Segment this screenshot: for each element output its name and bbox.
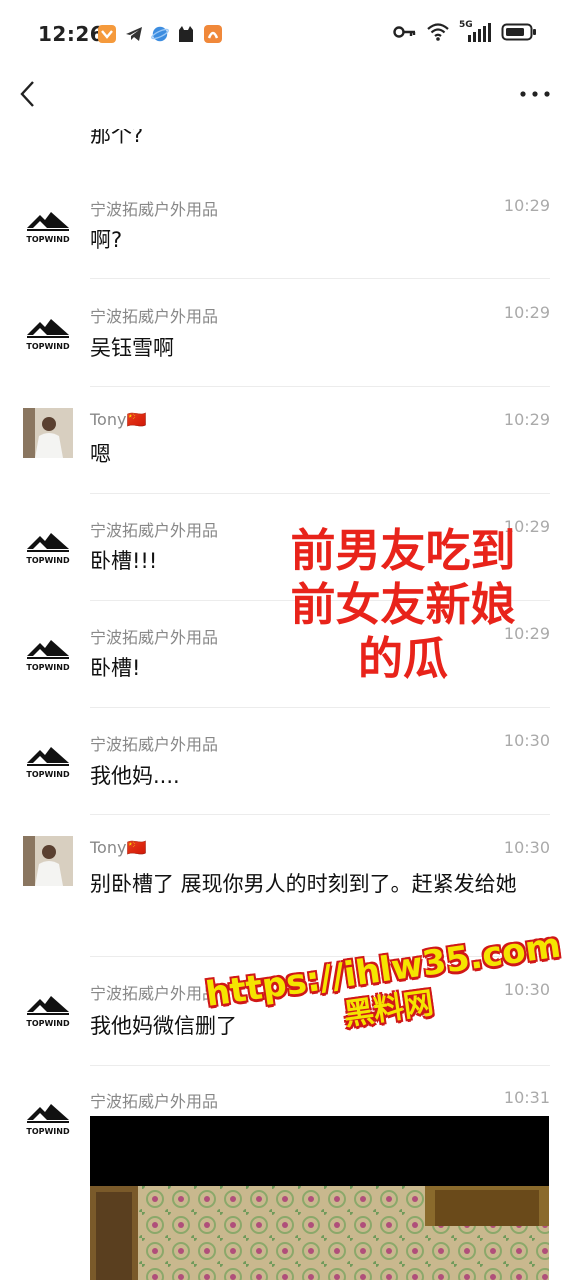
person-photo-icon [23,836,73,886]
message-time: 10:30 [503,838,550,857]
sender-name: Tony🇨🇳 [90,410,147,429]
divider [90,1065,550,1066]
avatar-topwind[interactable]: TOPWIND [23,984,73,1034]
wallpaper-pattern-image [90,1186,549,1280]
overlay-line-1: 前男友吃到 [290,524,516,577]
status-bar: 12:26 5G [0,0,573,66]
divider [90,278,550,279]
topwind-logo-text: TOPWIND [26,1019,70,1028]
message-text[interactable]: 我他妈.... [90,760,550,792]
avatar-topwind[interactable]: TOPWIND [23,628,73,678]
divider [90,386,550,387]
sender-name: Tony🇨🇳 [90,838,147,857]
sender-name: 宁波拓威户外用品 [90,307,219,326]
overlay-caption: 前男友吃到 前女友新娘 的瓜 [262,524,544,686]
partial-message-text: 那个? [90,123,144,147]
topwind-logo-text: TOPWIND [26,235,70,244]
wifi-icon [427,23,449,41]
avatar-topwind[interactable]: TOPWIND [23,735,73,785]
topwind-logo-text: TOPWIND [26,663,70,672]
sender-name: 宁波拓威户外用品 [90,521,219,540]
image-content [90,1186,549,1280]
message-time: 10:29 [503,303,550,322]
avatar-topwind[interactable]: TOPWIND [23,1092,73,1142]
key-icon [393,26,416,38]
signal-indicator: 5G [459,20,491,42]
avatar-tony[interactable] [23,408,73,458]
more-dots-icon [520,91,550,97]
message-text[interactable]: 吴钰雪啊 [90,332,550,364]
system-icons: 5G [393,20,537,42]
divider [90,814,550,815]
topwind-logo-text: TOPWIND [26,1127,70,1136]
battery-icon [501,23,536,41]
notification-icons [97,24,223,44]
topwind-logo-text: TOPWIND [26,770,70,779]
back-button[interactable] [14,76,46,112]
topwind-logo-text: TOPWIND [26,342,70,351]
sender-name: 宁波拓威户外用品 [90,735,219,754]
divider [90,493,550,494]
browser-icon [151,26,169,42]
orange-app-icon [204,25,222,43]
divider [90,707,550,708]
image-message[interactable] [90,1116,549,1280]
message-time: 10:31 [503,1088,550,1107]
sender-name: 宁波拓威户外用品 [90,984,219,1003]
chat-message: Tony🇨🇳 10:29 嗯 [0,400,573,508]
shield-app-icon [98,25,116,43]
chat-message: TOPWIND 宁波拓威户外用品 10:30 我他妈.... [0,721,573,829]
avatar-topwind[interactable]: TOPWIND [23,307,73,357]
message-time: 10:30 [503,731,550,750]
chat-message: TOPWIND 宁波拓威户外用品 10:29 啊? [0,186,573,294]
topwind-logo-text: TOPWIND [26,556,70,565]
overlay-line-2: 前女友新娘 [290,578,516,631]
sender-name: 宁波拓威户外用品 [90,628,219,647]
chevron-left-icon [20,81,34,107]
sender-name: 宁波拓威户外用品 [90,200,219,219]
message-time: 10:29 [503,410,550,429]
cat-app-icon [179,26,193,42]
signal-bars-icon [468,23,491,42]
avatar-tony[interactable] [23,836,73,886]
person-photo-icon [23,408,73,458]
chat-message: TOPWIND 宁波拓威户外用品 10:29 吴钰雪啊 [0,293,573,401]
message-time: 10:29 [503,196,550,215]
sender-name: 宁波拓威户外用品 [90,1092,219,1111]
message-text[interactable]: 啊? [90,224,550,256]
message-text[interactable]: 嗯 [90,438,550,470]
avatar-topwind[interactable]: TOPWIND [23,200,73,250]
avatar-topwind[interactable]: TOPWIND [23,521,73,571]
status-time: 12:26 [38,22,105,46]
more-options-button[interactable] [519,84,551,104]
nav-bar [0,66,573,122]
overlay-line-3: 的瓜 [357,632,448,685]
telegram-icon [126,27,142,41]
message-text[interactable]: 别卧槽了 展现你男人的时刻到了。赶紧发给她 [90,868,544,900]
